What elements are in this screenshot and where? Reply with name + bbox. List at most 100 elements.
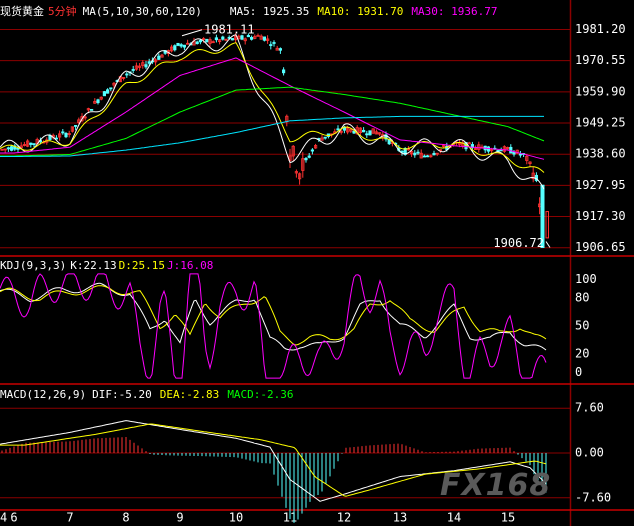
kdj-tick-label: 100: [575, 272, 597, 286]
candle-body: [29, 142, 33, 145]
candle-body: [179, 44, 183, 47]
x-tick-label: 6: [10, 511, 17, 525]
price-tick-label: 1970.55: [575, 53, 626, 67]
candle-body: [272, 42, 276, 44]
candle-body: [496, 149, 500, 152]
candle-body: [198, 39, 202, 43]
instrument-name: 现货黄金: [0, 5, 44, 18]
candle-body: [195, 41, 199, 45]
candle-body: [64, 132, 68, 138]
ma5-readout: MA5: 1925.35: [229, 5, 310, 18]
candle-body: [518, 153, 523, 156]
candle-body: [109, 87, 113, 90]
candle-body: [336, 128, 340, 131]
candle-body: [278, 48, 283, 51]
x-tick-label: 12: [337, 511, 351, 525]
kdj-j-readout: J:16.08: [166, 259, 214, 272]
kdj-tick-label: 20: [575, 346, 589, 360]
kdj-tick-label: 50: [575, 319, 589, 333]
candle-body: [147, 61, 151, 64]
price-tick-label: 1927.95: [575, 178, 626, 192]
macd-params: MACD(12,26,9): [0, 388, 87, 401]
candle-body: [323, 136, 327, 139]
x-tick-label-partial: 4: [0, 511, 7, 525]
kdj-tick-label: 80: [575, 291, 589, 305]
candle-body: [422, 155, 427, 158]
candle-body: [249, 36, 254, 40]
kdj-header: KDJ(9,3,3) K:22.13 D:25.15 J:16.08: [0, 259, 221, 273]
x-tick-label: 8: [122, 511, 129, 525]
candle-body: [173, 45, 177, 51]
high-marker-line: [181, 29, 203, 37]
price-tick-label: 1981.20: [575, 22, 626, 36]
candle-body: [512, 151, 516, 155]
ma-line-ma120: [0, 115, 544, 157]
candle-body: [214, 37, 218, 41]
ma30-readout: MA30: 1936.77: [411, 5, 498, 18]
candle-body: [205, 38, 209, 43]
macd-header: MACD(12,26,9) DIF:-5.20 DEA:-2.83 MACD:-2.3…: [0, 388, 302, 402]
kdj-k-readout: K:22.13: [70, 259, 117, 272]
candle-body: [9, 146, 14, 151]
candle-body: [262, 36, 267, 41]
x-tick-label: 15: [501, 511, 515, 525]
candle-body: [310, 149, 315, 152]
macd-tick-label: -7.60: [575, 490, 611, 504]
ma-line-ma5: [0, 34, 545, 190]
candle-body: [425, 155, 430, 158]
candle-body: [365, 133, 369, 136]
candle-body: [96, 99, 100, 104]
candle-body: [432, 152, 436, 156]
candle-body: [361, 129, 366, 133]
candle-body: [106, 89, 110, 94]
macd-value-readout: MACD:-2.36: [227, 388, 294, 401]
candle-body: [307, 155, 311, 158]
macd-tick-label: 0.00: [575, 446, 604, 460]
candle-body: [61, 131, 65, 134]
candle-body: [125, 73, 129, 76]
low-annotation: 1906.72: [493, 236, 544, 250]
price-tick-label: 1949.25: [575, 116, 626, 130]
period-label[interactable]: 5分钟: [48, 5, 77, 18]
candle-body: [131, 69, 135, 71]
kdj-d-readout: D:25.15: [118, 259, 165, 272]
price-tick-label: 1906.65: [575, 240, 626, 254]
main-chart-header: 现货黄金 5分钟 MA(5,10,30,60,120) MA5: 1925.35 MA1…: [0, 3, 506, 18]
candle-body: [182, 44, 186, 48]
kdj-tick-label: 0: [575, 365, 582, 379]
candle-body: [90, 108, 94, 111]
candle-body: [269, 44, 273, 46]
macd-dea-readout: DEA:-2.83: [159, 388, 220, 401]
candle-body: [74, 125, 78, 127]
candlesticks: [0, 33, 549, 249]
candle-body: [6, 147, 10, 150]
price-tick-label: 1959.90: [575, 84, 626, 98]
candle-body: [221, 36, 225, 40]
candle-body: [157, 55, 161, 60]
low-marker-line: [545, 241, 551, 248]
ma-params: MA(5,10,30,60,120): [82, 5, 202, 18]
candle-body: [281, 69, 286, 74]
candle-body: [176, 42, 180, 46]
candle-body: [368, 130, 372, 136]
candle-body: [413, 152, 417, 156]
candle-body: [102, 91, 106, 97]
price-tick-label: 1917.30: [575, 209, 626, 223]
x-tick-label: 10: [229, 511, 243, 525]
candle-body: [230, 38, 234, 41]
candle-body: [467, 142, 471, 145]
candle-body: [304, 158, 308, 161]
x-tick-label: 13: [393, 511, 407, 525]
x-tick-label: 9: [176, 511, 183, 525]
candle-body: [32, 143, 36, 146]
kdj-params: KDJ(9,3,3): [0, 259, 67, 272]
price-tick-label: 1938.60: [575, 147, 626, 161]
candle-body-last: [545, 211, 549, 239]
candle-body: [416, 151, 420, 154]
macd-dif-readout: DIF:-5.20: [92, 388, 152, 401]
ma10-readout: MA10: 1931.70: [317, 5, 404, 18]
ma-line-ma10: [0, 42, 545, 173]
x-tick-label: 14: [447, 511, 461, 525]
high-annotation: 1981.11: [204, 22, 255, 36]
macd-tick-label: 7.60: [575, 401, 604, 415]
